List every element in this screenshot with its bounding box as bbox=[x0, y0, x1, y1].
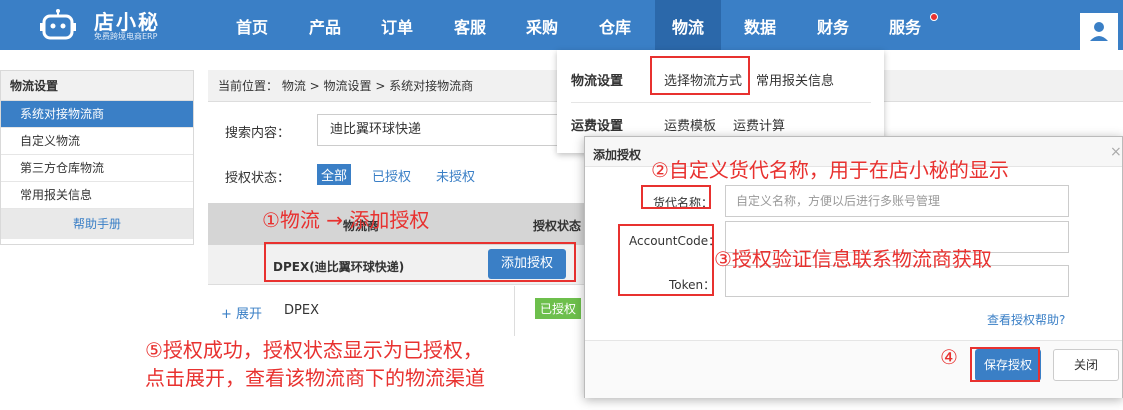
nav-item-orders[interactable]: 订单 bbox=[367, 0, 427, 50]
sidebar-item-system-carriers[interactable]: 系统对接物流商 bbox=[1, 101, 193, 128]
nav-item-finance[interactable]: 财务 bbox=[803, 0, 863, 50]
menu-item-freight-calc[interactable]: 运费计算 bbox=[733, 115, 785, 134]
sidebar-item-custom-logistics[interactable]: 自定义物流 bbox=[1, 128, 193, 155]
annotation-step-3: ③授权验证信息联系物流商获取 bbox=[714, 247, 992, 271]
filter-unauthorized[interactable]: 未授权 bbox=[436, 166, 475, 185]
nav-item-service[interactable]: 客服 bbox=[440, 0, 500, 50]
robot-logo-icon[interactable] bbox=[40, 8, 76, 42]
column-auth-status: 授权状态 bbox=[533, 219, 582, 233]
alias-input[interactable]: 自定义名称，方便以后进行多账号管理 bbox=[725, 185, 1069, 217]
nav-item-home[interactable]: 首页 bbox=[222, 0, 282, 50]
column-divider bbox=[514, 286, 515, 336]
auth-status-label: 授权状态： bbox=[225, 171, 291, 186]
sidebar: 物流设置 系统对接物流商 自定义物流 第三方仓库物流 常用报关信息 帮助手册 bbox=[0, 70, 194, 245]
help-manual-link[interactable]: 帮助手册 bbox=[1, 209, 193, 239]
menu-item-customs-info[interactable]: 常用报关信息 bbox=[756, 70, 834, 89]
annotation-step-4: ④ bbox=[940, 345, 958, 369]
nav-item-data[interactable]: 数据 bbox=[730, 0, 790, 50]
carrier-name: DPEX(迪比翼环球快递) bbox=[273, 260, 405, 274]
dropdown-group-freight-settings: 运费设置 bbox=[571, 119, 624, 134]
menu-item-freight-template[interactable]: 运费模板 bbox=[664, 115, 716, 134]
filter-authorized[interactable]: 已授权 bbox=[372, 166, 411, 185]
highlight-credentials bbox=[618, 224, 714, 296]
sidebar-item-third-party-warehouse[interactable]: 第三方仓库物流 bbox=[1, 155, 193, 182]
sidebar-title: 物流设置 bbox=[1, 71, 193, 101]
annotation-step-5-line-1: ⑤授权成功，授权状态显示为已授权， bbox=[145, 338, 483, 362]
highlight-select-shipping bbox=[650, 56, 750, 95]
user-menu-button[interactable] bbox=[1080, 13, 1118, 50]
user-icon bbox=[1090, 22, 1108, 41]
notification-dot bbox=[930, 13, 938, 21]
status-badge: 已授权 bbox=[535, 298, 582, 319]
expand-link[interactable]: + 展开 bbox=[221, 303, 262, 322]
annotation-step-2: ②自定义货代名称，用于在店小秘的显示 bbox=[651, 158, 1009, 182]
highlight-save-button bbox=[970, 347, 1040, 382]
top-nav: 店小秘 免费跨境电商ERP 首页 产品 订单 客服 采购 仓库 物流 数据 财务… bbox=[0, 0, 1123, 50]
search-label: 搜索内容： bbox=[225, 126, 291, 141]
close-icon[interactable]: × bbox=[1110, 144, 1122, 160]
annotation-step-1: ①物流 → 添加授权 bbox=[262, 208, 430, 232]
channel-name: DPEX bbox=[284, 303, 319, 318]
annotation-step-5-line-2: 点击展开，查看该物流商下的物流渠道 bbox=[145, 366, 485, 390]
modal-title: 添加授权 bbox=[593, 148, 642, 162]
modal-footer bbox=[585, 340, 1122, 398]
nav-item-services[interactable]: 服务 bbox=[875, 0, 935, 50]
close-button[interactable]: 关闭 bbox=[1053, 349, 1119, 381]
sidebar-item-customs-info[interactable]: 常用报关信息 bbox=[1, 182, 193, 209]
nav-item-purchase[interactable]: 采购 bbox=[512, 0, 572, 50]
dropdown-divider bbox=[571, 102, 871, 103]
filter-all[interactable]: 全部 bbox=[317, 164, 352, 185]
nav-item-warehouse[interactable]: 仓库 bbox=[585, 0, 645, 50]
highlight-alias-label bbox=[641, 185, 711, 209]
logo-subtitle: 免费跨境电商ERP bbox=[94, 32, 158, 41]
nav-item-products[interactable]: 产品 bbox=[295, 0, 355, 50]
nav-item-logistics[interactable]: 物流 bbox=[655, 0, 721, 50]
add-auth-button[interactable]: 添加授权 bbox=[488, 249, 566, 279]
dropdown-group-logistics-settings: 物流设置 bbox=[571, 74, 624, 89]
auth-help-link[interactable]: 查看授权帮助? bbox=[987, 311, 1065, 328]
